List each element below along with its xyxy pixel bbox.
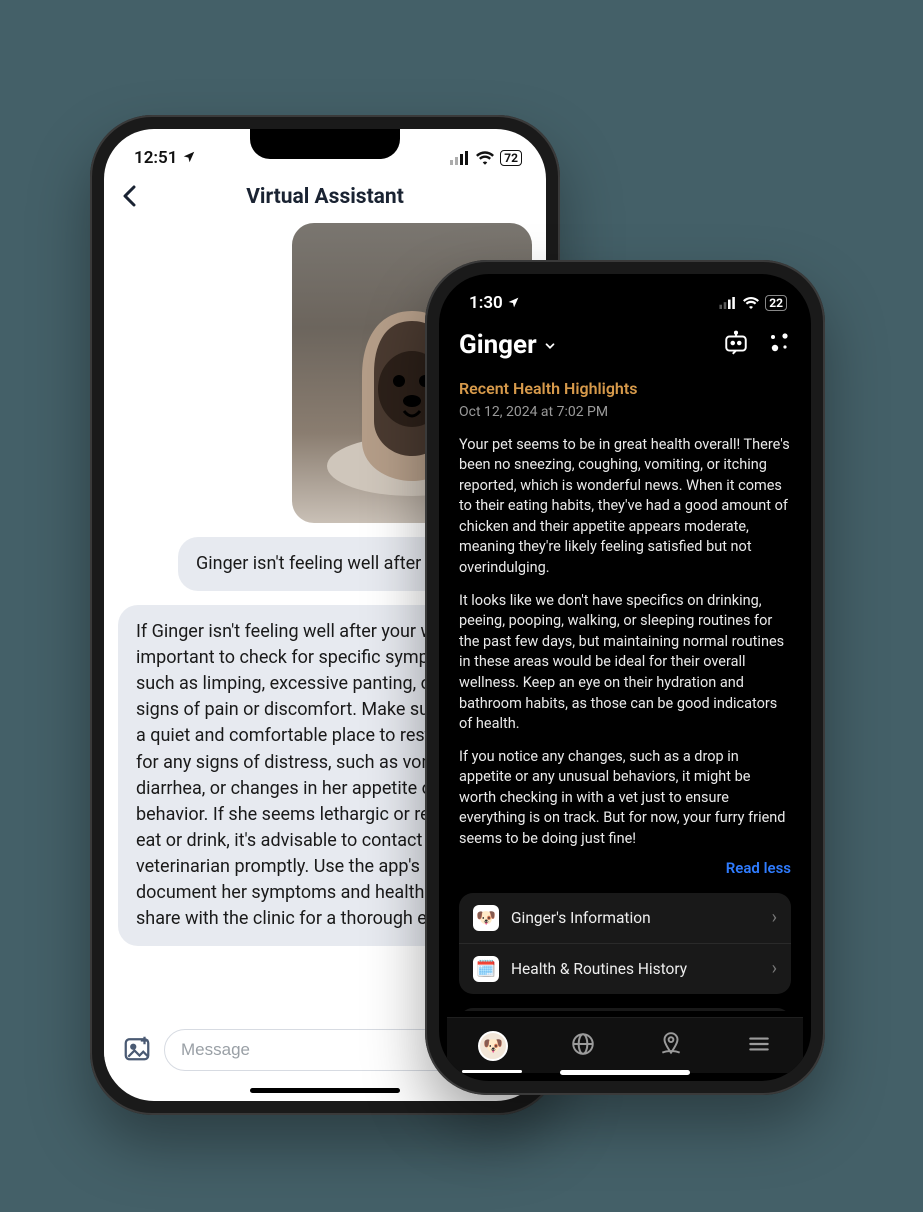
wifi-icon	[476, 151, 494, 165]
location-icon	[507, 296, 520, 309]
highlights-title: Recent Health Highlights	[459, 378, 791, 401]
status-time: 1:30	[469, 293, 503, 313]
list-item-health[interactable]: Health ›	[459, 1008, 791, 1011]
home-indicator[interactable]	[250, 1088, 400, 1093]
read-less-button[interactable]: Read less	[459, 858, 791, 879]
battery-level: 22	[765, 295, 787, 311]
pet-selector[interactable]: Ginger	[459, 330, 557, 360]
notch	[250, 129, 400, 159]
phone-dark: 1:30 22	[425, 260, 825, 1095]
chat-bot-button[interactable]	[723, 330, 749, 360]
chevron-right-icon: ›	[772, 956, 777, 982]
highlights-p1: Your pet seems to be in great health ove…	[459, 435, 791, 579]
screen-header: Ginger	[439, 324, 811, 370]
globe-icon	[570, 1031, 596, 1057]
home-indicator[interactable]	[560, 1070, 690, 1075]
attach-image-button[interactable]	[122, 1033, 152, 1067]
dog-face-icon: 🐶	[473, 905, 499, 931]
page-title: Virtual Assistant	[120, 185, 530, 209]
highlights-date: Oct 12, 2024 at 7:02 PM	[459, 403, 791, 423]
tab-indicator	[447, 1070, 536, 1073]
screen-header: Virtual Assistant	[104, 179, 546, 223]
location-icon	[182, 150, 196, 164]
actions-group: Health › Reminders ›	[459, 1008, 791, 1011]
tab-map[interactable]	[658, 1031, 684, 1061]
list-item-pet-info[interactable]: 🐶 Ginger's Information ›	[459, 893, 791, 944]
chevron-right-icon: ›	[772, 905, 777, 931]
back-button[interactable]	[122, 181, 136, 214]
chevron-down-icon	[543, 330, 557, 360]
pet-name: Ginger	[459, 330, 537, 360]
highlights-p2: It looks like we don't have specifics on…	[459, 591, 791, 735]
list-item-label: Health & Routines History	[511, 958, 760, 980]
cellular-icon	[450, 151, 470, 165]
notch	[550, 274, 700, 304]
list-item-history[interactable]: 🗓️ Health & Routines History ›	[459, 944, 791, 994]
highlights-body: Your pet seems to be in great health ove…	[459, 435, 791, 850]
status-time: 12:51	[134, 148, 177, 168]
cellular-icon	[719, 297, 737, 309]
calendar-icon: 🗓️	[473, 956, 499, 982]
avatar: 🐶	[478, 1031, 508, 1061]
tab-bar: 🐶	[447, 1017, 803, 1073]
tab-explore[interactable]	[570, 1031, 596, 1061]
content-scroll[interactable]: Recent Health Highlights Oct 12, 2024 at…	[439, 370, 811, 1011]
highlights-p3: If you notice any changes, such as a dro…	[459, 747, 791, 850]
info-group: 🐶 Ginger's Information › 🗓️ Health & Rou…	[459, 893, 791, 994]
tab-menu[interactable]	[746, 1031, 772, 1061]
list-item-label: Ginger's Information	[511, 907, 760, 929]
menu-icon	[746, 1031, 772, 1057]
wifi-icon	[743, 297, 759, 309]
message-text: Ginger isn't feeling well after	[196, 553, 421, 574]
map-pin-icon	[658, 1031, 684, 1057]
sparkles-button[interactable]	[767, 331, 791, 359]
tab-pet[interactable]: 🐶	[478, 1031, 508, 1061]
battery-level: 72	[500, 150, 522, 166]
